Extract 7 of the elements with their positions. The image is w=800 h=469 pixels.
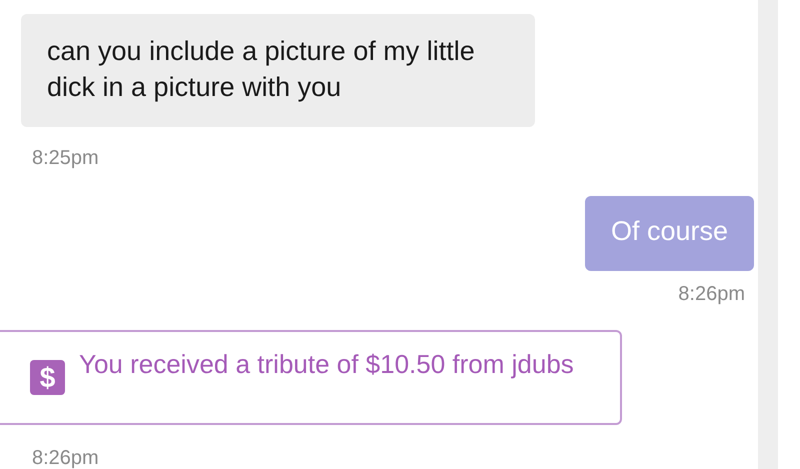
dollar-icon: $ xyxy=(30,360,65,395)
message-time: 8:26pm xyxy=(32,447,99,469)
message-time: 8:25pm xyxy=(32,147,99,170)
message-bubble: can you include a picture of my little dick in a picture with you xyxy=(21,14,535,127)
tribute-text: You received a tribute of $10.50 from jdubs xyxy=(79,348,574,380)
message-bubble: Of course xyxy=(584,196,754,271)
message-time: 8:26pm xyxy=(678,283,745,306)
